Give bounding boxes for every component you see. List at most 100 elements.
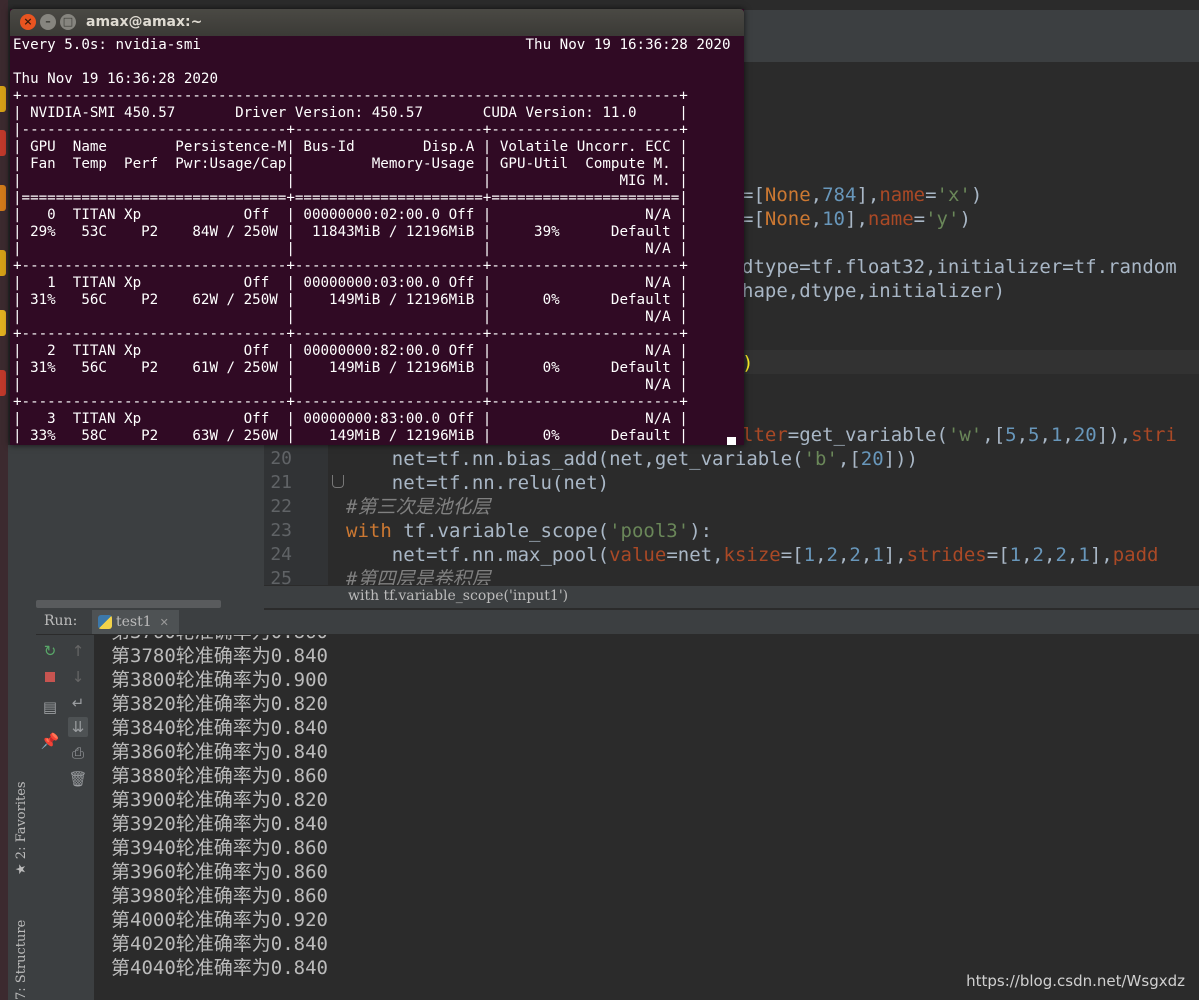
run-console-output[interactable]: 第3760轮准确率为0.860第3780轮准确率为0.840第3800轮准确率为… [95, 635, 1199, 1000]
code-token: ]), [1096, 424, 1132, 446]
terminal-line: | | | N/A | [13, 309, 688, 325]
code-token: =[ [986, 544, 1010, 566]
stop-icon[interactable] [40, 667, 60, 687]
terminal-line: |-------------------------------+-------… [13, 122, 688, 138]
console-line: 第4020轮准确率为0.840 [111, 933, 328, 955]
terminal-line: | 31% 56C P2 62W / 250W | 149MiB / 12196… [13, 292, 688, 308]
terminal-cursor [727, 437, 736, 445]
console-line: 第4000轮准确率为0.920 [111, 909, 328, 931]
code-token: =get_variable( [787, 424, 948, 446]
code-line: net=tf.nn.relu(net) [346, 471, 609, 495]
structure-tab[interactable]: 7: Structure [14, 920, 29, 1000]
code-token: 'x' [936, 184, 971, 206]
trash-icon[interactable]: 🗑 [68, 769, 88, 789]
console-line: 第3780轮准确率为0.840 [111, 645, 328, 667]
code-token: , [810, 208, 823, 230]
run-tool-window-header: Run: test1 ✕ [36, 610, 1199, 635]
code-token: None [764, 208, 811, 230]
print-icon[interactable]: ⎙ [68, 743, 88, 763]
fold-marker-icon[interactable] [332, 475, 344, 488]
code-line: net=tf.nn.bias_add(net,get_variable('b',… [346, 447, 918, 471]
code-token: , [1021, 544, 1033, 566]
launcher-app-icon[interactable] [0, 370, 6, 396]
code-token: 1 [1009, 544, 1022, 566]
terminal-line: Thu Nov 19 16:36:28 2020 [13, 71, 218, 87]
scroll-up-icon[interactable]: ↑ [68, 641, 88, 661]
code-token: ) [959, 208, 971, 230]
code-token: ): [689, 520, 713, 542]
code-token: lter [742, 424, 788, 446]
project-panel-scrollbar[interactable] [36, 600, 221, 608]
rerun-icon[interactable]: ↻ [40, 641, 60, 661]
code-token: , [860, 544, 873, 566]
code-token: 'b' [803, 448, 838, 470]
code-token: = [913, 208, 926, 230]
scroll-to-end-icon[interactable]: ⇊ [68, 717, 88, 737]
pin-icon[interactable]: 📌 [40, 731, 60, 751]
line-number: 20 [270, 448, 292, 469]
watermark-text: https://blog.csdn.net/Wsgxdz [966, 972, 1185, 990]
terminal-output[interactable]: Every 5.0s: nvidia-smi Thu Nov 19 16:36:… [13, 37, 744, 445]
code-token: net=tf.nn.max_pool( [346, 544, 610, 566]
code-token: 1 [803, 544, 816, 566]
code-fragment: =[None,784],name='x') [742, 183, 982, 207]
launcher-app-icon[interactable] [0, 250, 6, 276]
console-line: 第3880轮准确率为0.860 [111, 765, 328, 787]
code-token: 20 [860, 448, 884, 470]
scroll-down-icon[interactable]: ↓ [68, 667, 88, 687]
soft-wrap-icon[interactable]: ↵ [68, 693, 88, 713]
console-line: 第3840轮准确率为0.840 [111, 717, 328, 739]
breadcrumb-text: with tf.variable_scope('input1') [348, 588, 569, 604]
code-token: tf.variable_scope( [403, 520, 610, 542]
ide-menu-bar [744, 10, 1199, 36]
code-token: value [609, 544, 667, 566]
code-token: ], [883, 544, 907, 566]
code-line: net=tf.nn.max_pool(value=net,ksize=[1,2,… [346, 543, 1159, 567]
close-icon[interactable]: × [20, 14, 36, 30]
terminal-line: | 0 TITAN Xp Off | 00000000:02:00.0 Off … [13, 207, 688, 223]
launcher-app-icon[interactable] [0, 310, 6, 336]
terminal-line: | 1 TITAN Xp Off | 00000000:03:00.0 Off … [13, 275, 688, 291]
terminal-title: amax@amax:~ [86, 14, 203, 30]
code-token: #第四层是卷积层 [346, 568, 491, 585]
code-token: =[ [742, 184, 765, 206]
code-token: ,[ [982, 424, 1006, 446]
ide-editor-tabs [744, 36, 1199, 63]
code-token: , [1066, 544, 1079, 566]
launcher-app-icon[interactable] [0, 86, 6, 112]
terminal-line: Every 5.0s: nvidia-smi Thu Nov 19 16:36:… [13, 37, 731, 53]
launcher-app-icon[interactable] [0, 130, 6, 156]
code-token: =[ [780, 544, 804, 566]
code-token: =[ [742, 208, 765, 230]
code-token: net=tf.nn.bias_add(net,get_variable( [346, 448, 804, 470]
terminal-titlebar[interactable]: × – □ amax@amax:~ [10, 9, 744, 36]
console-line: 第3760轮准确率为0.860 [111, 635, 328, 644]
line-number: 24 [270, 544, 292, 565]
code-token: 2 [1032, 544, 1044, 566]
console-line: 第3860轮准确率为0.840 [111, 741, 328, 763]
terminal-line: | | | N/A | [13, 241, 688, 257]
code-token: 784 [822, 184, 857, 206]
layout-icon[interactable]: ▤ [40, 697, 60, 717]
run-tab-label: test1 [116, 614, 152, 630]
launcher-app-icon[interactable] [0, 185, 6, 211]
code-token: dtype=tf.float32,initializer=tf.random [742, 256, 1177, 278]
close-icon[interactable]: ✕ [160, 616, 169, 629]
console-line: 第3900轮准确率为0.820 [111, 789, 328, 811]
code-token: stri [1131, 424, 1177, 446]
code-token: 2 [826, 544, 838, 566]
code-token: , [1044, 544, 1056, 566]
terminal-line: | GPU Name Persistence-M| Bus-Id Disp.A … [13, 139, 688, 155]
favorites-tab[interactable]: ★ 2: Favorites [14, 781, 29, 875]
code-token: , [1062, 424, 1074, 446]
terminal-line: | 33% 58C P2 63W / 250W | 149MiB / 12196… [13, 428, 688, 444]
terminal-window[interactable]: × – □ amax@amax:~ Every 5.0s: nvidia-smi… [10, 9, 744, 445]
maximize-icon[interactable]: □ [60, 14, 76, 30]
minimize-icon[interactable]: – [40, 14, 56, 30]
code-token: 2 [849, 544, 861, 566]
console-line: 第3800轮准确率为0.900 [111, 669, 328, 691]
ubuntu-launcher [0, 0, 8, 1000]
run-toolbar: ↻ ↑ ↓ ▤ ↵ ⇊ 📌 ⎙ 🗑 [36, 635, 95, 1000]
run-tab-test1[interactable]: test1 ✕ [92, 610, 179, 634]
editor-breadcrumb[interactable]: with tf.variable_scope('input1') [264, 585, 1199, 608]
